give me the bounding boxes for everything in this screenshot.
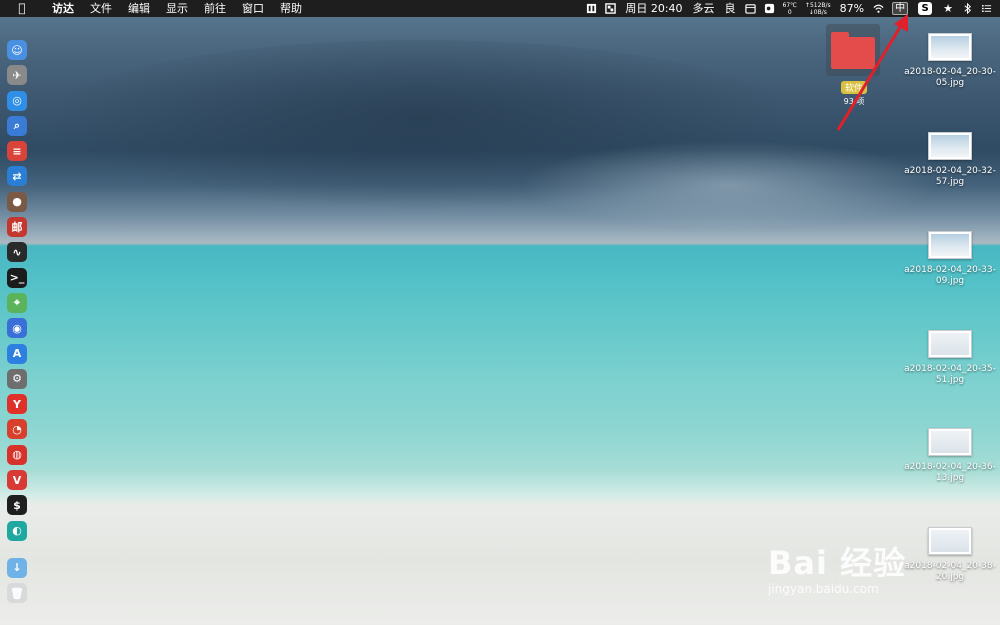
dock-launchpad-icon[interactable]: ✈ — [7, 65, 27, 86]
weather[interactable]: 多云 — [688, 0, 720, 17]
dock-teamviewer-icon[interactable]: ⇄ — [7, 166, 27, 187]
dock-app-teal-icon[interactable]: ◐ — [7, 520, 27, 541]
light-cloud — [520, 140, 940, 230]
menu-go[interactable]: 前往 — [196, 0, 234, 17]
dock-app-store-icon[interactable]: A — [7, 343, 27, 364]
dock: ☺ ✈ ◎ ⌕ ≡ ⇄ ● 邮 ∿ >_ ⌖ ◉ A ⚙ Y ◔ ◍ V $ ◐ ↓ 🗑 — [5, 40, 29, 609]
clock[interactable]: 周日 20:40 — [620, 0, 687, 17]
calendar-icon[interactable] — [744, 3, 756, 14]
app-menu[interactable]: 访达 — [44, 0, 82, 17]
dock-downloads-icon[interactable]: ↓ — [7, 557, 27, 578]
dock-finder-icon[interactable]: ☺ — [7, 40, 27, 60]
dock-safari-icon[interactable]: ◎ — [7, 90, 27, 111]
dock-preview-icon[interactable]: ⌕ — [7, 115, 27, 136]
air-quality[interactable]: 良 — [720, 0, 741, 17]
menu-help[interactable]: 帮助 — [272, 0, 310, 17]
dock-app-red-icon[interactable]: ≡ — [7, 141, 27, 162]
desktop-file[interactable]: a2018-02-04_20-32-57.jpg — [902, 132, 998, 188]
watermark-logo-text: Bai 经验 — [768, 544, 907, 582]
dock-system-preferences-icon[interactable]: ⚙ — [7, 368, 27, 389]
file-thumbnail — [928, 428, 972, 456]
file-thumbnail — [928, 33, 972, 61]
dock-siri-icon[interactable]: ◉ — [7, 318, 27, 339]
dock-maps-icon[interactable]: ⌖ — [7, 292, 27, 313]
annotation-arrow — [836, 14, 908, 131]
dock-chrome-icon[interactable]: ◔ — [7, 419, 27, 440]
list-icon[interactable] — [981, 3, 992, 14]
dock-vivaldi-icon[interactable]: V — [7, 470, 27, 491]
desktop-file[interactable]: a2018-02-04_20-35-51.jpg — [902, 330, 998, 386]
watermark-url: jingyan.baidu.com — [768, 582, 879, 596]
dock-separator — [5, 546, 29, 558]
baidu-watermark: Bai 经验 jingyan.baidu.com — [760, 516, 990, 616]
s-app-icon[interactable]: S — [918, 2, 933, 15]
dock-activity-monitor-icon[interactable]: ∿ — [7, 242, 27, 263]
star-icon[interactable]: ★ — [938, 0, 958, 17]
dock-trash-icon[interactable]: 🗑 — [7, 583, 27, 604]
file-name: a2018-02-04_20-35-51.jpg — [904, 364, 996, 385]
dock-app-mail-red-icon[interactable]: 邮 — [7, 217, 27, 238]
file-thumbnail — [928, 132, 972, 160]
file-name: a2018-02-04_20-36-13.jpg — [904, 462, 996, 483]
dock-console-icon[interactable]: $ — [7, 495, 27, 516]
apple-icon[interactable]:  — [0, 0, 44, 17]
dock-app-brown-icon[interactable]: ● — [7, 191, 27, 212]
dock-terminal-icon[interactable]: >_ — [7, 267, 27, 288]
wechat-icon[interactable] — [764, 3, 775, 14]
desktop-file[interactable]: a2018-02-04_20-33-09.jpg — [902, 231, 998, 287]
file-thumbnail — [928, 231, 972, 259]
file-name: a2018-02-04_20-33-09.jpg — [904, 265, 996, 286]
file-thumbnail — [928, 330, 972, 358]
tray-app-icon[interactable] — [586, 3, 597, 14]
dock-netease-music-icon[interactable]: ◍ — [7, 444, 27, 465]
menu-view[interactable]: 显示 — [158, 0, 196, 17]
desktop-file[interactable]: a2018-02-04_20-36-13.jpg — [902, 428, 998, 484]
menu-edit[interactable]: 编辑 — [120, 0, 158, 17]
menu-window[interactable]: 窗口 — [234, 0, 272, 17]
menu-file[interactable]: 文件 — [82, 0, 120, 17]
temperature-readout[interactable]: 67℃ 0 — [779, 2, 801, 16]
dock-yandex-icon[interactable]: Y — [7, 394, 27, 415]
tray-app-icon-2[interactable] — [605, 3, 617, 14]
file-name: a2018-02-04_20-32-57.jpg — [904, 166, 996, 187]
bluetooth-icon[interactable] — [962, 3, 973, 14]
